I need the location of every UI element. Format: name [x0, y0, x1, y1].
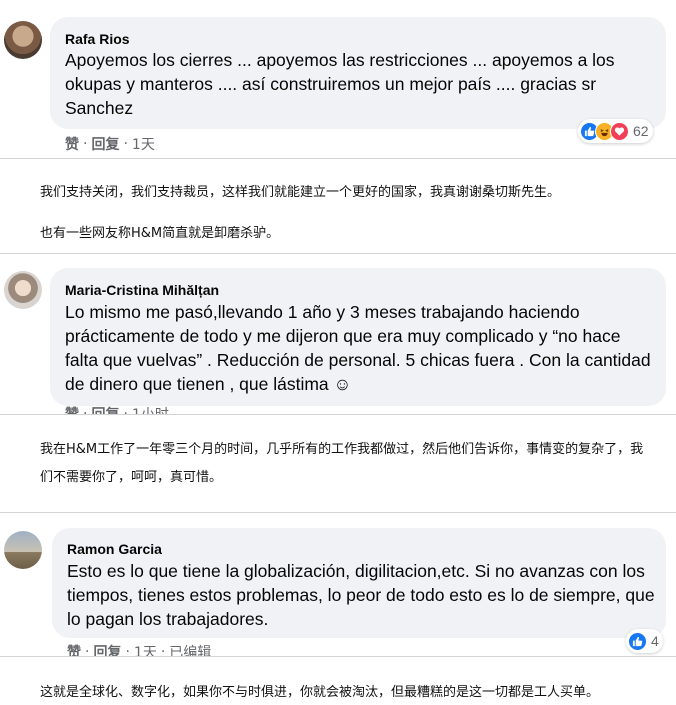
comment-card: Ramon Garcia Esto es lo que tiene la glo…: [0, 513, 676, 656]
reply-link[interactable]: 回复: [91, 404, 119, 414]
divider: [0, 656, 676, 657]
timestamp[interactable]: 1天: [134, 642, 157, 656]
timestamp[interactable]: 1小时: [132, 404, 169, 414]
separator-dot: ·: [125, 644, 130, 656]
divider: [0, 414, 676, 415]
comment-actions: 赞 · 回复 · 1小时: [65, 404, 169, 414]
like-link[interactable]: 赞: [65, 404, 79, 414]
comment-text: Esto es lo que tiene la globalización, d…: [67, 561, 655, 629]
timestamp[interactable]: 1天: [132, 134, 155, 154]
translation-text: 也有一些网友称H&M简直就是卸磨杀驴。: [40, 226, 280, 241]
like-reaction-icon: [628, 631, 647, 651]
reaction-summary[interactable]: 62: [578, 119, 653, 143]
reaction-summary[interactable]: 4: [626, 629, 663, 653]
edited-label[interactable]: 已编辑: [169, 642, 211, 656]
separator-dot: ·: [83, 136, 88, 152]
separator-dot: ·: [123, 406, 128, 414]
comment-actions: 赞 · 回复 · 1天: [65, 134, 155, 154]
comment-author[interactable]: Ramon Garcia: [67, 541, 162, 557]
comment-card: Rafa Rios Apoyemos los cierres ... apoye…: [0, 0, 676, 158]
separator-dot: ·: [85, 644, 90, 656]
like-link[interactable]: 赞: [65, 134, 79, 154]
translation-text: 我们支持关闭，我们支持裁员，这样我们就能建立一个更好的国家，我真谢谢桑切斯先生。: [40, 185, 561, 200]
separator-dot: ·: [83, 406, 88, 414]
translation-text: 我在H&M工作了一年零三个月的时间，几乎所有的工作我都做过，然后他们告诉你，事情…: [40, 442, 644, 485]
avatar[interactable]: [4, 21, 42, 59]
reaction-count: 4: [651, 633, 659, 649]
like-link[interactable]: 赞: [67, 642, 81, 656]
love-reaction-icon: [610, 121, 629, 141]
translation-text: 这就是全球化、数字化，如果你不与时俱进，你就会被淘汰，但最糟糕的是这一切都是工人…: [40, 685, 600, 700]
comment-text: Lo mismo me pasó,llevando 1 año y 3 mese…: [65, 302, 651, 394]
separator-dot: ·: [123, 136, 128, 152]
separator-dot: ·: [160, 644, 166, 656]
comment-actions: 赞 · 回复 · 1天 · 已编辑: [67, 642, 211, 656]
avatar[interactable]: [4, 271, 42, 309]
divider: [0, 158, 676, 159]
reply-link[interactable]: 回复: [93, 642, 121, 656]
comment-card: Maria-Cristina Mihălțan Lo mismo me pasó…: [0, 254, 676, 414]
comment-author[interactable]: Rafa Rios: [65, 31, 130, 47]
comment-author[interactable]: Maria-Cristina Mihălțan: [65, 282, 219, 298]
reaction-count: 62: [633, 123, 649, 139]
reply-link[interactable]: 回复: [91, 134, 119, 154]
comment-text: Apoyemos los cierres ... apoyemos las re…: [65, 50, 615, 118]
avatar[interactable]: [4, 531, 42, 569]
